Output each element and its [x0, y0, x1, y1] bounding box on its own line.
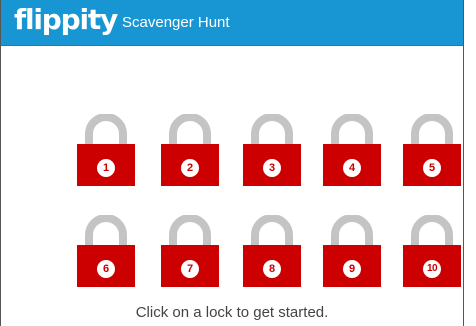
lock-number: 3 [268, 162, 276, 174]
lock-number: 8 [268, 263, 276, 275]
lock-1-button[interactable]: 1 [76, 114, 136, 186]
lock-number: 4 [348, 162, 356, 174]
lock-4-button[interactable]: 4 [322, 114, 382, 186]
lock-10-button[interactable]: 10 [402, 215, 462, 287]
instructions-text: Click on a lock to get started. [135, 304, 329, 321]
lock-number: 7 [186, 263, 194, 275]
frame-right-border [463, 0, 464, 326]
page-title: Scavenger Hunt [122, 14, 230, 31]
lock-2-button[interactable]: 2 [160, 114, 220, 186]
lock-6-button[interactable]: 6 [76, 215, 136, 287]
lock-number: 2 [186, 162, 194, 174]
lock-number: 5 [428, 162, 436, 174]
lock-number: 10 [426, 263, 438, 274]
scavenger-hunt-page: flippity Scavenger Hunt 1 2 3 4 5 6 7 8 … [0, 0, 476, 326]
header-bar: flippity Scavenger Hunt [0, 0, 464, 46]
lock-3-button[interactable]: 3 [242, 114, 302, 186]
flippity-logo[interactable]: flippity [14, 2, 118, 38]
lock-8-button[interactable]: 8 [242, 215, 302, 287]
lock-number: 9 [348, 263, 356, 275]
lock-number: 1 [102, 162, 110, 174]
lock-5-button[interactable]: 5 [402, 114, 462, 186]
lock-9-button[interactable]: 9 [322, 215, 382, 287]
lock-7-button[interactable]: 7 [160, 215, 220, 287]
lock-number: 6 [102, 263, 110, 275]
frame-left-border [0, 0, 1, 326]
